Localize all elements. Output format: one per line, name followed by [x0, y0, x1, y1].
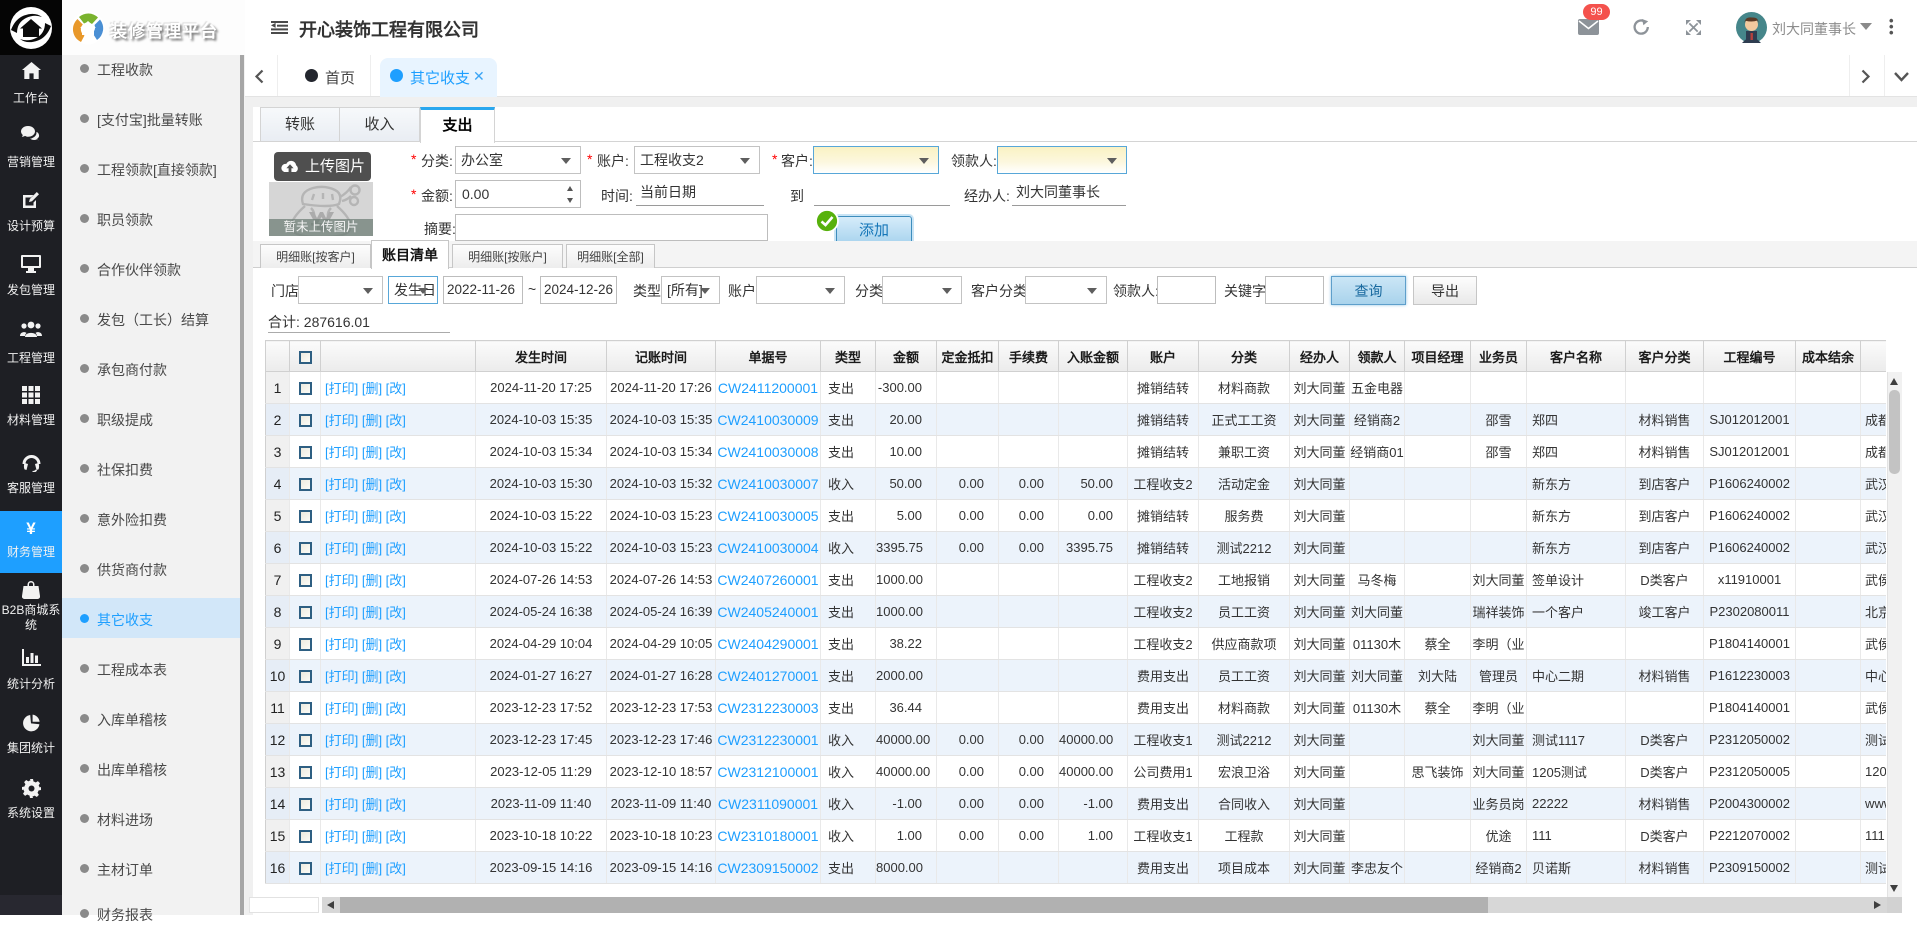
svg-text:¥: ¥ [26, 519, 36, 537]
